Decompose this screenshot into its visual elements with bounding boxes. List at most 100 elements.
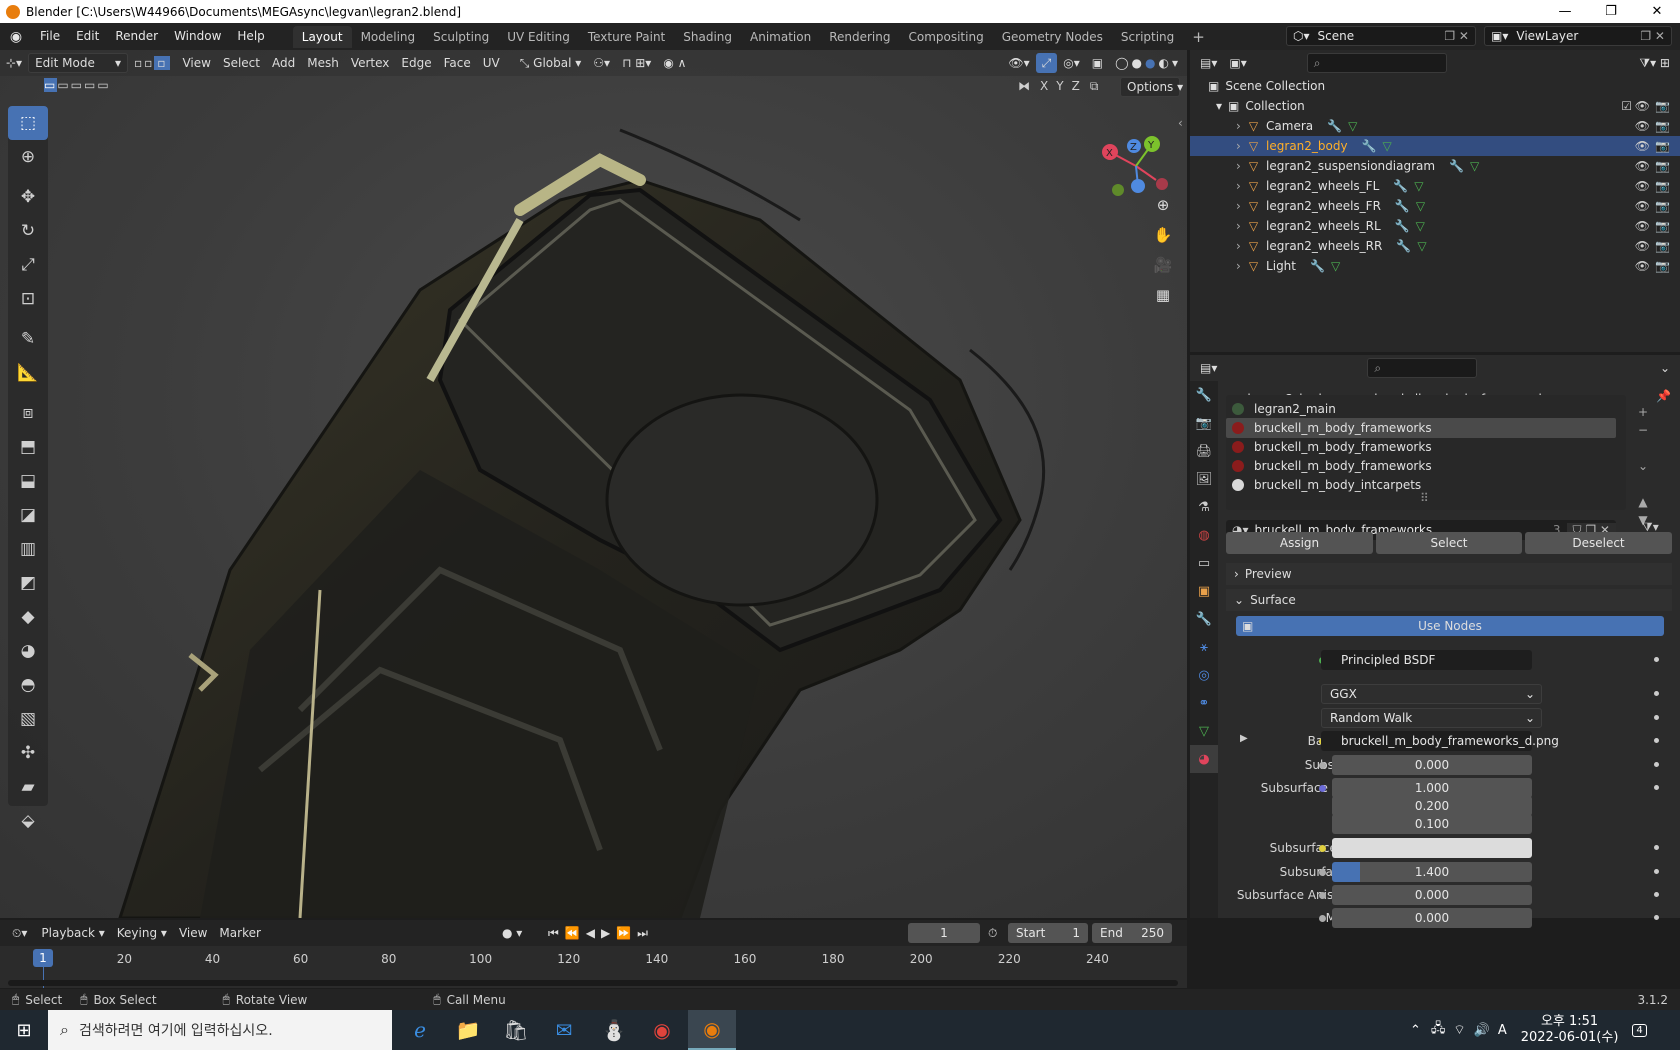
shading-icons[interactable]: ◯● ● ◐▾ <box>1109 53 1187 73</box>
file-explorer-icon[interactable]: 📁 <box>444 1010 492 1050</box>
marker-menu[interactable]: Marker <box>213 923 266 943</box>
outliner-search-input[interactable]: ⌕ <box>1306 53 1447 73</box>
outliner-row[interactable]: › ▽ legran2_wheels_RR 🔧 ▽ 👁 📷 <box>1190 236 1680 256</box>
timeline-view-menu[interactable]: View <box>173 923 213 943</box>
cursor-tool-icon[interactable]: ⊕ <box>8 140 48 174</box>
expand-icon[interactable]: › <box>1236 219 1241 233</box>
expand-icon[interactable]: › <box>1236 179 1241 193</box>
constraints-tab-icon[interactable]: ⚭ <box>1190 689 1218 717</box>
deselect-button[interactable]: Deselect <box>1525 532 1672 554</box>
eye-icon[interactable]: 👁 <box>1635 179 1650 193</box>
modifier-icon[interactable]: 🔧 <box>1395 199 1410 213</box>
smooth-tool-icon[interactable]: ◓ <box>8 668 48 702</box>
expand-icon[interactable]: › <box>1236 119 1241 133</box>
viewport-menu-uv[interactable]: UV <box>477 53 506 73</box>
overlay-icon[interactable]: ◎▾ <box>1057 53 1086 73</box>
modifier-tab-icon[interactable]: 🔧 <box>1190 605 1218 633</box>
camera-icon[interactable]: 📷 <box>1655 259 1670 273</box>
property-field[interactable]: 0.200 <box>1332 796 1532 816</box>
select-box-tool-icon[interactable]: ⬚ <box>8 106 48 140</box>
keyframe-dot-icon[interactable] <box>1654 738 1659 743</box>
expand-icon[interactable]: › <box>1236 139 1241 153</box>
display-mode-icon[interactable]: ▣▾ <box>1229 56 1246 70</box>
property-field[interactable]: bruckell_m_body_frameworks_d.png <box>1321 731 1559 751</box>
tray-chevron-icon[interactable]: ⌃ <box>1410 1023 1421 1038</box>
start-frame-field[interactable]: Start 1 <box>1008 923 1088 943</box>
options-icon[interactable]: ⌄ <box>1660 361 1670 375</box>
outliner-row[interactable]: › ▽ Light 🔧 ▽ 👁 📷 <box>1190 256 1680 276</box>
network-icon[interactable]: 🖧 <box>1431 1019 1446 1041</box>
object-tab-icon[interactable]: ▣ <box>1190 577 1218 605</box>
ime-indicator[interactable]: A <box>1498 1023 1507 1038</box>
blender-menu-icon[interactable]: ◉ <box>0 29 32 45</box>
property-field[interactable]: 0.000 <box>1332 755 1532 775</box>
eye-icon[interactable]: 👁 <box>1635 139 1650 153</box>
spin-tool-icon[interactable]: ◕ <box>8 634 48 668</box>
scene-tab-icon[interactable]: ⚗ <box>1190 493 1218 521</box>
material-slot[interactable]: bruckell_m_body_frameworks <box>1226 456 1616 476</box>
menu-window[interactable]: Window <box>166 23 229 50</box>
world-tab-icon[interactable]: ◍ <box>1190 521 1218 549</box>
keyframe-dot-icon[interactable] <box>1654 845 1659 850</box>
edge-slide-tool-icon[interactable]: ▧ <box>8 702 48 736</box>
mail-icon[interactable]: ✉ <box>540 1010 588 1050</box>
options-dropdown[interactable]: Options ▾ <box>1120 77 1183 97</box>
tab-modeling[interactable]: Modeling <box>352 26 425 48</box>
property-dropdown[interactable]: GGX ⌄ <box>1321 684 1542 704</box>
mirror-axis-toggles[interactable]: ⧓ X Y Z ⧉ <box>1018 76 1098 96</box>
measure-tool-icon[interactable]: 📐 <box>8 356 48 390</box>
store-icon[interactable]: 🛍 <box>492 1010 540 1050</box>
eye-icon[interactable]: 👁 <box>1635 159 1650 173</box>
modifier-icon[interactable]: 🔧 <box>1395 219 1410 233</box>
poly-build-tool-icon[interactable]: ◆ <box>8 600 48 634</box>
tab-animation[interactable]: Animation <box>741 26 820 48</box>
tab-scripting[interactable]: Scripting <box>1112 26 1183 48</box>
mesh-data-icon[interactable]: ▽ <box>1414 179 1423 193</box>
3d-viewport[interactable]: ⊹▾ Edit Mode ▾ ▫▫ ▫ View Select Add Mesh V… <box>0 50 1187 918</box>
camera-icon[interactable]: 📷 <box>1655 179 1670 193</box>
viewport-menu-vertex[interactable]: Vertex <box>345 53 396 73</box>
mesh-data-icon[interactable]: ▽ <box>1416 199 1425 213</box>
edge-browser-icon[interactable]: ℯ <box>396 1010 444 1050</box>
extrude-tool-icon[interactable]: ⬒ <box>8 430 48 464</box>
outliner-row[interactable]: › ▽ legran2_suspensiondiagram 🔧 ▽ 👁 📷 <box>1190 156 1680 176</box>
current-frame-field[interactable]: 1 <box>908 923 980 943</box>
mesh-data-icon[interactable]: ▽ <box>1470 159 1479 173</box>
menu-render[interactable]: Render <box>107 23 166 50</box>
filter-icon[interactable]: ⧩▾ ⊞ <box>1639 56 1670 71</box>
keyframe-dot-icon[interactable] <box>1654 785 1659 790</box>
scale-tool-icon[interactable]: ⤢ <box>8 248 48 282</box>
output-tab-icon[interactable]: 🖨 <box>1190 437 1218 465</box>
windows-start-icon[interactable]: ⊞ <box>0 1010 48 1050</box>
property-field[interactable]: 0.000 <box>1332 885 1532 905</box>
bevel-tool-icon[interactable]: ◪ <box>8 498 48 532</box>
viewport-menu-view[interactable]: View <box>176 53 216 73</box>
axis-y-toggle[interactable]: Y <box>1052 79 1067 93</box>
property-field[interactable]: 0.100 <box>1332 814 1532 834</box>
scene-collection-row[interactable]: ▣ Scene Collection <box>1190 76 1680 96</box>
assign-button[interactable]: Assign <box>1226 532 1373 554</box>
material-slot[interactable]: bruckell_m_body_frameworks <box>1226 418 1616 438</box>
close-icon[interactable]: ❐ ✕ <box>1444 29 1469 43</box>
keyframe-dot-icon[interactable] <box>1654 715 1659 720</box>
orientation-dropdown[interactable]: ⤡ Global ▾ <box>514 53 588 73</box>
camera-icon[interactable]: 📷 <box>1655 239 1670 253</box>
property-dropdown[interactable]: Random Walk ⌄ <box>1321 708 1542 728</box>
chrome-icon[interactable]: ◉ <box>638 1010 686 1050</box>
tab-sculpting[interactable]: Sculpting <box>424 26 498 48</box>
inset-tool-icon[interactable]: ⬓ <box>8 464 48 498</box>
expand-icon[interactable]: › <box>1236 239 1241 253</box>
property-field[interactable]: 1.000 <box>1332 778 1532 798</box>
loop-cut-tool-icon[interactable]: ▥ <box>8 532 48 566</box>
clock-icon[interactable]: ⏱ <box>988 926 997 941</box>
render-tab-icon[interactable]: 📷 <box>1190 409 1218 437</box>
shrink-fatten-tool-icon[interactable]: ✣ <box>8 736 48 770</box>
modifier-icon[interactable]: 🔧 <box>1327 119 1342 133</box>
collection-tab-icon[interactable]: ▭ <box>1190 549 1218 577</box>
viewport-menu-add[interactable]: Add <box>266 53 301 73</box>
eye-icon[interactable]: 👁 <box>1635 259 1650 273</box>
pan-hand-icon[interactable]: ✋ <box>1150 222 1176 248</box>
collection-row[interactable]: ▾ ▣ Collection ☑ 👁 📷 <box>1190 96 1680 116</box>
timeline-editor-icon[interactable]: ⏲▾ <box>12 926 27 941</box>
pivot-icon[interactable]: ⚇▾ <box>587 53 616 73</box>
